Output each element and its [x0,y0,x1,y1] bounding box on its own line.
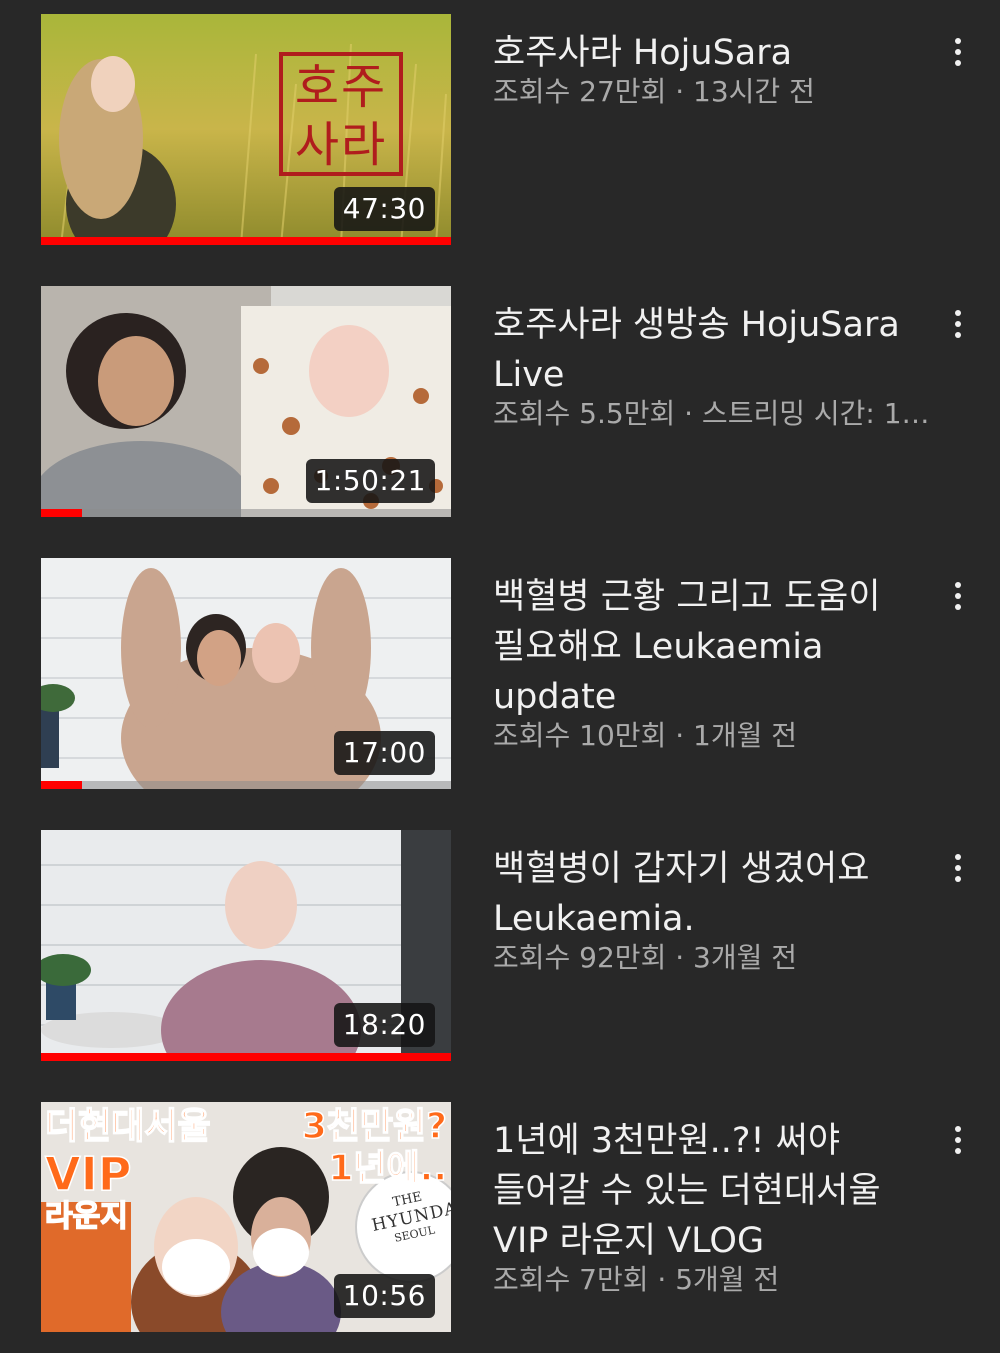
watch-progress-fill [41,237,451,245]
thumbnail-text-right: 3천만원? 1년에.. [301,1105,448,1190]
more-vert-icon[interactable] [936,1112,980,1168]
video-thumbnail[interactable]: 18:20 [41,830,451,1061]
duration-badge: 18:20 [333,1003,435,1047]
more-vert-icon[interactable] [936,296,980,352]
dot [955,876,961,882]
video-title[interactable]: 호주사라 생방송 HojuSara Live [493,300,923,400]
dot [955,60,961,66]
dot [955,582,961,588]
duration-badge: 47:30 [333,187,435,231]
dot [955,1126,961,1132]
video-meta: 조회수 5.5만회 · 스트리밍 시간: 1… [493,397,930,430]
thumb-caption: 1년에.. [328,1147,448,1190]
watch-progress-fill [41,509,82,517]
dot [955,310,961,316]
duration-badge: 17:00 [333,731,435,775]
watch-progress-fill [41,1053,451,1061]
video-item[interactable]: 18:20 백혈병이 갑자기 생겼어요 Leukaemia. 조회수 92만회 … [0,830,1000,1062]
dot [955,332,961,338]
video-list: 호주사라 47:30 호주사라 HojuSara 조회수 27만회 · 13시간… [0,0,1000,1353]
watch-progress [41,781,451,789]
more-vert-icon[interactable] [936,24,980,80]
thumb-caption: 더현대서울 [44,1105,211,1148]
dot [955,1148,961,1154]
dot [955,593,961,599]
video-info[interactable]: 호주사라 생방송 HojuSara Live 조회수 5.5만회 · 스트리밍 … [493,300,930,432]
dot [955,854,961,860]
video-title[interactable]: 백혈병이 갑자기 생겼어요 Leukaemia. [493,844,923,944]
video-meta: 조회수 10만회 · 1개월 전 [493,719,798,752]
watch-progress [41,509,451,517]
thumb-caption: VIP [44,1147,132,1201]
dot [955,604,961,610]
video-title[interactable]: 1년에 3천만원..?! 써야 들어갈 수 있는 더현대서울 VIP 라운지 V… [493,1116,923,1266]
more-vert-icon[interactable] [936,568,980,624]
video-item[interactable]: 호주사라 47:30 호주사라 HojuSara 조회수 27만회 · 13시간… [0,14,1000,246]
thumb-caption: 3천만원? [301,1105,448,1148]
video-thumbnail[interactable]: 1:50:21 [41,286,451,517]
duration-badge: 10:56 [333,1274,435,1318]
video-thumbnail[interactable]: 17:00 [41,558,451,789]
watch-progress [41,1053,451,1061]
dot [955,38,961,44]
video-info[interactable]: 호주사라 HojuSara 조회수 27만회 · 13시간 전 [493,28,923,110]
video-item[interactable]: 17:00 백혈병 근황 그리고 도움이 필요해요 Leukaemia upda… [0,558,1000,790]
dot [955,865,961,871]
watch-progress-fill [41,781,82,789]
video-item[interactable]: 1:50:21 호주사라 생방송 HojuSara Live 조회수 5.5만회… [0,286,1000,518]
video-meta: 조회수 92만회 · 3개월 전 [493,941,798,974]
video-info[interactable]: 백혈병 근황 그리고 도움이 필요해요 Leukaemia update 조회수… [493,572,923,754]
video-info[interactable]: 1년에 3천만원..?! 써야 들어갈 수 있는 더현대서울 VIP 라운지 V… [493,1116,923,1298]
dot [955,321,961,327]
video-meta: 조회수 27만회 · 13시간 전 [493,75,815,108]
video-thumbnail[interactable]: 더현대서울 VIP 라운지 3천만원? 1년에.. THE HYUNDAI SE… [41,1102,451,1332]
video-meta: 조회수 7만회 · 5개월 전 [493,1263,780,1296]
more-vert-icon[interactable] [936,840,980,896]
dot [955,49,961,55]
dot [955,1137,961,1143]
video-info[interactable]: 백혈병이 갑자기 생겼어요 Leukaemia. 조회수 92만회 · 3개월 … [493,844,923,976]
watch-progress [41,237,451,245]
thumbnail-text-left: 더현대서울 VIP 라운지 [44,1105,211,1235]
video-item[interactable]: 더현대서울 VIP 라운지 3천만원? 1년에.. THE HYUNDAI SE… [0,1102,1000,1334]
duration-badge: 1:50:21 [305,459,435,503]
thumbnail-seal: 호주사라 [279,52,403,176]
video-title[interactable]: 백혈병 근황 그리고 도움이 필요해요 Leukaemia update [493,572,923,722]
video-thumbnail[interactable]: 호주사라 47:30 [41,14,451,245]
video-title[interactable]: 호주사라 HojuSara [493,28,923,78]
thumb-caption: 라운지 [44,1199,128,1235]
